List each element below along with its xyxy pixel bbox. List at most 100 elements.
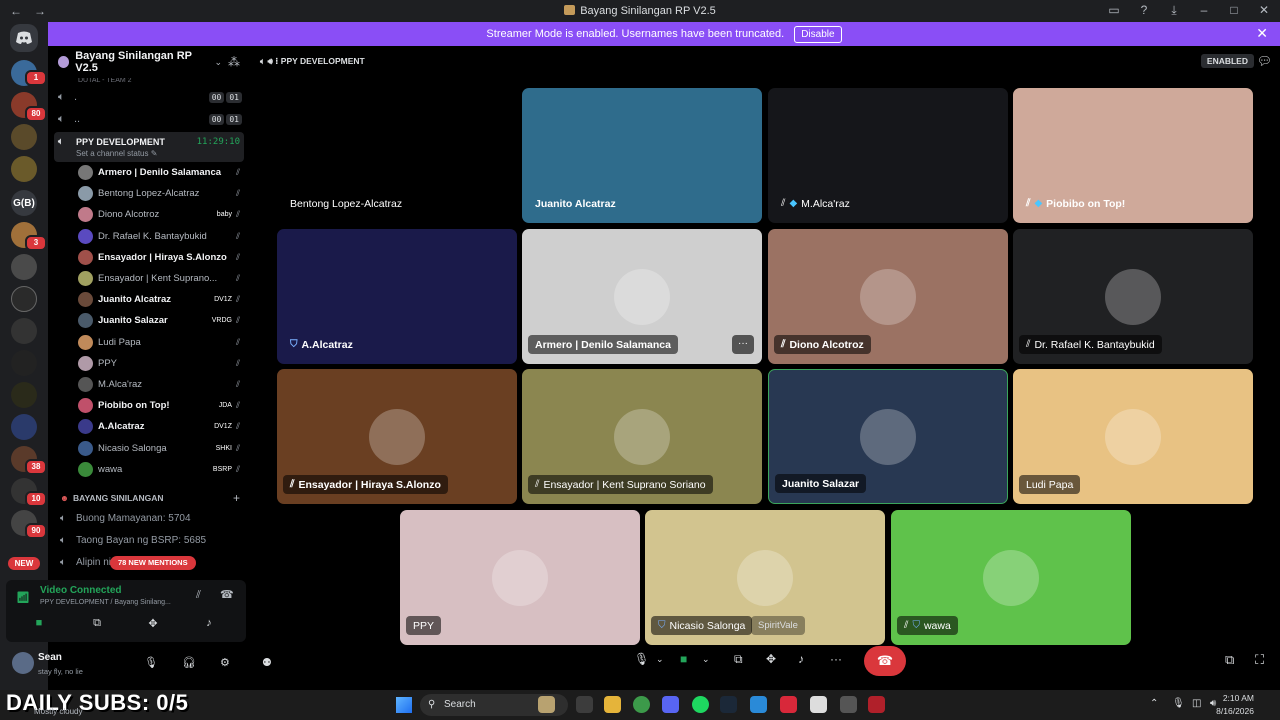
windows-start-icon[interactable]: [396, 697, 412, 713]
voice-member[interactable]: Juanito Alcatraz DV1Z ⫽: [48, 289, 250, 310]
headphones-icon[interactable]: 🎧︎: [182, 656, 196, 669]
voice-member[interactable]: Ensayador | Hiraya S.Alonzo ⫽: [48, 247, 250, 268]
app-icon[interactable]: [810, 696, 827, 713]
microphone-icon[interactable]: 🎙︎: [634, 652, 649, 666]
server-icon[interactable]: [11, 254, 37, 280]
voice-member[interactable]: Diono Alcotroz baby ⫽: [48, 204, 250, 225]
back-icon[interactable]: ←: [10, 4, 22, 18]
help-icon[interactable]: ?: [1136, 3, 1152, 18]
discord-home-button[interactable]: [10, 24, 38, 52]
fullscreen-icon[interactable]: ⛶: [1255, 652, 1264, 668]
voice-member[interactable]: Juanito Salazar VRDG ⫽: [48, 310, 250, 331]
server-icon[interactable]: [11, 382, 37, 408]
app-icon[interactable]: [780, 696, 797, 713]
widget-app-icon[interactable]: [538, 696, 555, 713]
tray-network-icon[interactable]: ◫: [1192, 698, 1201, 709]
soundboard-icon[interactable]: ♪: [200, 617, 218, 633]
task-view-icon[interactable]: [576, 696, 593, 713]
add-channel-icon[interactable]: +: [233, 491, 240, 505]
voice-channel[interactable]: 🔈︎ Taong Bayan ng BSRP: 5685: [48, 530, 250, 552]
chevron-down-icon[interactable]: ⌄: [656, 654, 664, 665]
discord-taskbar-icon[interactable]: [662, 696, 679, 713]
more-options-icon[interactable]: ···: [830, 652, 842, 666]
voice-channel[interactable]: 🔈︎ Buong Mamayanan: 5704: [48, 508, 250, 530]
streamer-mode-badge[interactable]: ENABLED: [1200, 54, 1254, 68]
video-tile[interactable]: Bentong Lopez-Alcatraz: [277, 88, 517, 223]
file-explorer-icon[interactable]: [604, 696, 621, 713]
chevron-down-icon[interactable]: ⌄: [702, 654, 710, 665]
activities-icon[interactable]: ✥: [144, 617, 162, 633]
activities-icon[interactable]: ✥: [766, 652, 776, 666]
username[interactable]: Sean: [38, 652, 62, 663]
video-tile[interactable]: ⫽ ◆ Piobibo on Top!: [1013, 88, 1253, 223]
clock[interactable]: 2:10 AM 8/16/2026: [1216, 692, 1254, 718]
video-tile[interactable]: ⫽ ◆ M.Alca'raz: [768, 88, 1008, 223]
disconnect-icon[interactable]: ☎︎: [220, 588, 234, 601]
end-call-button[interactable]: ☎︎: [864, 646, 906, 676]
video-tile[interactable]: ⫽ Diono Alcotroz: [768, 229, 1008, 364]
voice-member[interactable]: Nicasio Salonga SHKI ⫽: [48, 437, 250, 458]
server-icon-gb[interactable]: G(B): [11, 190, 37, 216]
spotify-icon[interactable]: [692, 696, 709, 713]
voice-member[interactable]: wawa BSRP ⫽: [48, 459, 250, 480]
add-friend-icon[interactable]: ⚉: [262, 656, 272, 669]
voice-member[interactable]: PPY ⫽: [48, 353, 250, 374]
voice-member[interactable]: Piobibo on Top! JDA ⫽: [48, 395, 250, 416]
camera-icon[interactable]: ■: [680, 652, 687, 666]
app-icon[interactable]: [868, 696, 885, 713]
active-voice-channel[interactable]: 🔈︎ PPY DEVELOPMENT 11:29:10 Set a channe…: [54, 132, 244, 162]
inbox-icon[interactable]: ▭: [1106, 3, 1122, 18]
server-header[interactable]: Bayang Sinilangan RP V2.5 ⌄ ⁂: [48, 46, 250, 78]
microphone-icon[interactable]: 🎙︎: [144, 656, 158, 669]
avatar[interactable]: [12, 652, 34, 674]
activity-chip[interactable]: SpiritVale: [751, 616, 805, 635]
server-icon[interactable]: [11, 318, 37, 344]
new-mentions-pill[interactable]: 78 NEW MENTIONS: [110, 556, 196, 570]
app-icon[interactable]: [750, 696, 767, 713]
screen-share-icon[interactable]: ⧉: [88, 617, 106, 633]
voice-channel[interactable]: 🔈︎ . 00 01: [48, 86, 250, 108]
disable-button[interactable]: Disable: [794, 25, 842, 43]
video-tile[interactable]: Juanito Salazar: [768, 369, 1008, 504]
video-tile[interactable]: PPY: [400, 510, 640, 645]
tray-overflow-icon[interactable]: ⌃: [1150, 698, 1158, 709]
minimize-icon[interactable]: –: [1196, 3, 1212, 18]
video-tile[interactable]: ⫽ Ensayador | Hiraya S.Alonzo: [277, 369, 517, 504]
invite-icon[interactable]: ⁂: [228, 55, 240, 69]
app-icon[interactable]: [840, 696, 857, 713]
category-header[interactable]: ☻ BAYANG SINILANGAN +: [48, 488, 250, 508]
server-icon[interactable]: [11, 124, 37, 150]
more-options-icon[interactable]: ···: [732, 335, 754, 354]
voice-member[interactable]: Ensayador | Kent Suprano... ⫽: [48, 268, 250, 289]
server-icon[interactable]: [11, 350, 37, 376]
chat-bubble-icon[interactable]: 💬︎: [1257, 54, 1272, 68]
soundboard-icon[interactable]: ♪: [798, 652, 804, 666]
close-icon[interactable]: ✕: [1256, 25, 1268, 42]
voice-member[interactable]: M.Alca'raz ⫽: [48, 374, 250, 395]
set-channel-status[interactable]: Set a channel status ✎: [58, 149, 240, 158]
forward-icon[interactable]: →: [34, 4, 46, 18]
voice-member[interactable]: Bentong Lopez-Alcatraz ⫽: [48, 183, 250, 204]
video-tile[interactable]: Juanito Alcatraz: [522, 88, 762, 223]
video-tile[interactable]: ⛉ Nicasio Salonga SpiritVale: [645, 510, 885, 645]
settings-gear-icon[interactable]: ⚙: [220, 656, 230, 669]
video-tile[interactable]: Ludi Papa: [1013, 369, 1253, 504]
video-tile[interactable]: ⫽ Ensayador | Kent Suprano Soriano: [522, 369, 762, 504]
video-tile[interactable]: ⫽ ⛉ wawa: [891, 510, 1131, 645]
chrome-icon[interactable]: [633, 696, 650, 713]
voice-location[interactable]: PPY DEVELOPMENT / Bayang Sinilang...: [40, 599, 171, 606]
pop-out-icon[interactable]: ⧉: [1225, 652, 1234, 668]
voice-member[interactable]: Dr. Rafael K. Bantaybukid ⫽: [48, 226, 250, 247]
new-unreads-pill[interactable]: NEW: [8, 557, 40, 570]
video-tile[interactable]: ⫽ Dr. Rafael K. Bantaybukid: [1013, 229, 1253, 364]
maximize-icon[interactable]: □: [1226, 3, 1242, 18]
voice-channel[interactable]: 🔈︎ .. 00 01: [48, 108, 250, 130]
voice-member[interactable]: A.Alcatraz DV1Z ⫽: [48, 416, 250, 437]
server-icon[interactable]: [11, 414, 37, 440]
screen-share-icon[interactable]: ⧉: [734, 652, 743, 667]
signal-icon[interactable]: 📶︎: [16, 591, 30, 604]
voice-member[interactable]: Armero | Denilo Salamanca ⫽: [48, 162, 250, 183]
noise-suppression-icon[interactable]: ⫽: [196, 589, 201, 602]
camera-icon[interactable]: ■: [30, 617, 48, 633]
video-tile[interactable]: Armero | Denilo Salamanca ···: [522, 229, 762, 364]
